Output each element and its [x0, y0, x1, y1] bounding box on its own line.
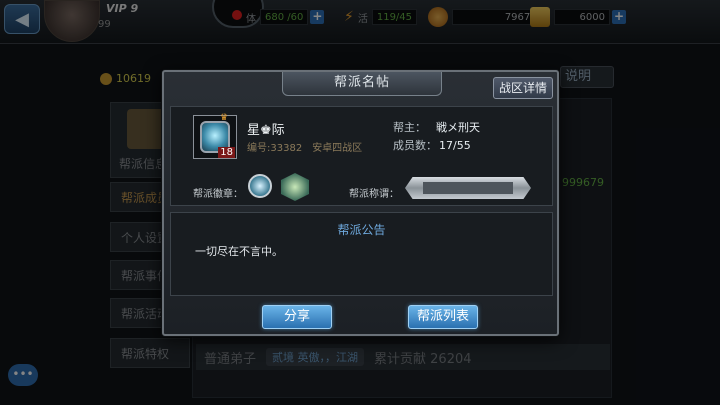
guild-icon: ♛ 18 [193, 113, 237, 159]
guild-list-button[interactable]: 帮派列表 [408, 305, 478, 329]
emblem-round-icon [248, 174, 272, 198]
emblem-hex-icon [281, 173, 309, 201]
guild-leader: 帮主： 戦メ刑天 [393, 119, 480, 135]
emblem-label: 帮派徽章： [193, 189, 243, 200]
members-value: 17/55 [439, 139, 471, 152]
crown-icon: ♛ [220, 113, 229, 123]
guild-info-box: ♛ 18 星♚际 编号:33382 安卓四战区 帮主： 戦メ刑天 成员数： 17/55… [170, 106, 553, 206]
dialog-title: 帮派名帖 [282, 72, 442, 96]
guild-title-plate-icon [405, 177, 531, 199]
leader-label: 帮主： [393, 121, 426, 134]
zone-details-button[interactable]: 战区详情 [493, 77, 553, 99]
guild-zone: 安卓四战区 [312, 143, 363, 154]
guild-id: 编号:33382 [247, 143, 303, 154]
members-label: 成员数： [393, 139, 437, 152]
guild-name: 星♚际 [247, 123, 285, 138]
guild-members: 成员数： 17/55 [393, 137, 471, 153]
guild-subinfo: 编号:33382 安卓四战区 [247, 139, 372, 154]
share-button[interactable]: 分享 [262, 305, 332, 329]
leader-name: 戦メ刑天 [436, 121, 480, 134]
guild-level: 18 [218, 147, 235, 158]
guild-notice-box: 帮派公告 一切尽在不言中。 [170, 212, 553, 296]
guild-title-label: 帮派称谓： [349, 189, 399, 200]
guild-card-dialog: 帮派名帖 战区详情 ♛ 18 星♚际 编号:33382 安卓四战区 帮主： 戦メ刑天… [162, 70, 559, 336]
notice-text: 一切尽在不言中。 [195, 245, 283, 258]
notice-title: 帮派公告 [337, 223, 386, 237]
